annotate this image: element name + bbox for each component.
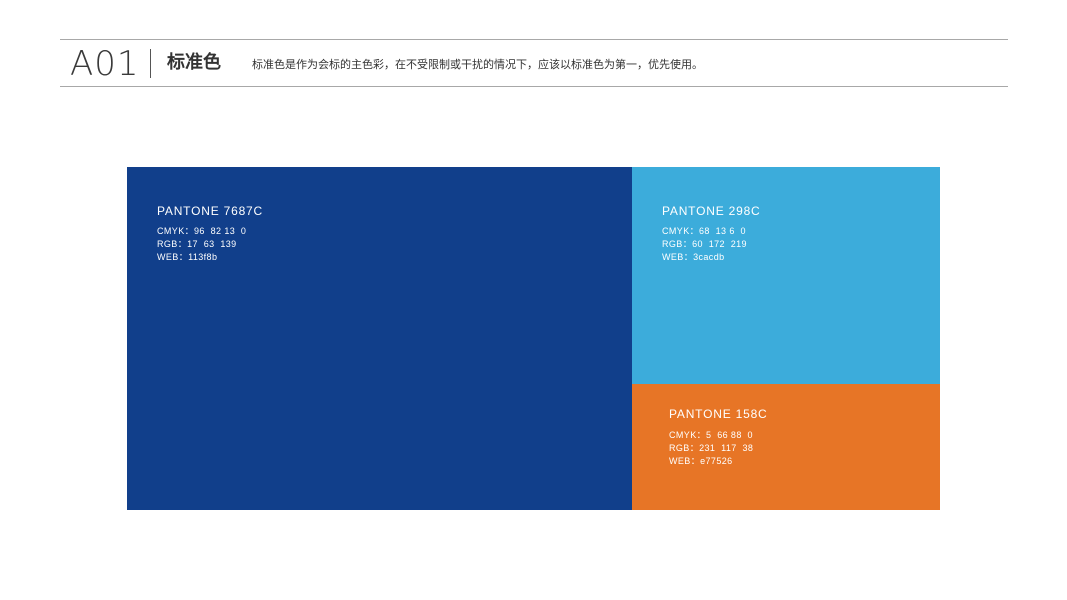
swatch-rgb: RGB：231 117 38 bbox=[669, 443, 754, 453]
swatch-cmyk: CMYK：96 82 13 0 bbox=[157, 226, 247, 236]
swatch-name: PANTONE 7687C bbox=[157, 204, 263, 218]
page-description: 标准色是作为会标的主色彩，在不受限制或干扰的情况下，应该以标准色为第一，优先使用… bbox=[252, 58, 703, 71]
swatch-web: WEB：113f8b bbox=[157, 252, 218, 262]
header-bottom-rule bbox=[60, 86, 1008, 87]
page-title: 标准色 bbox=[167, 52, 221, 73]
swatch-cmyk: CMYK：68 13 6 0 bbox=[662, 226, 746, 236]
header-divider bbox=[150, 49, 151, 78]
swatch-cmyk: CMYK：5 66 88 0 bbox=[669, 430, 753, 440]
swatch-web: WEB：3cacdb bbox=[662, 252, 725, 262]
color-swatch-pantone-7687c: PANTONE 7687C CMYK：96 82 13 0 RGB：17 63 … bbox=[127, 167, 632, 510]
header-top-rule bbox=[60, 39, 1008, 40]
color-swatch-pantone-158c: PANTONE 158C CMYK：5 66 88 0 RGB：231 117 … bbox=[632, 384, 940, 510]
section-code: A01 bbox=[70, 44, 140, 84]
color-swatch-pantone-298c: PANTONE 298C CMYK：68 13 6 0 RGB：60 172 2… bbox=[632, 167, 940, 384]
swatch-rgb: RGB：60 172 219 bbox=[662, 239, 747, 249]
swatch-rgb: RGB：17 63 139 bbox=[157, 239, 237, 249]
swatch-web: WEB：e77526 bbox=[669, 456, 733, 466]
swatch-name: PANTONE 298C bbox=[662, 204, 761, 218]
swatch-name: PANTONE 158C bbox=[669, 407, 768, 421]
